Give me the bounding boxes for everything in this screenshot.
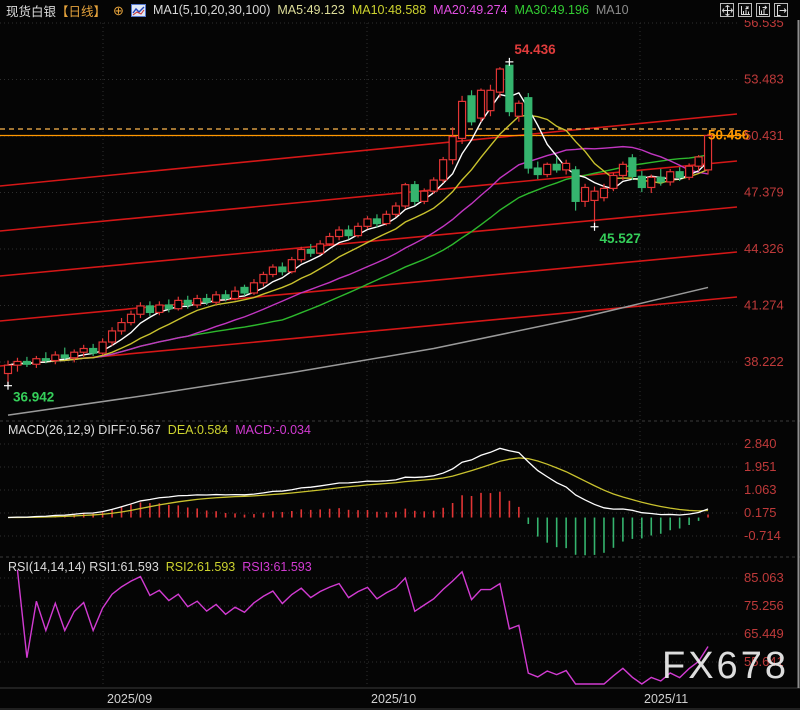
candles-layer (5, 62, 712, 386)
svg-text:1.951: 1.951 (744, 459, 777, 474)
ma-settings-label: MA1(5,10,20,30,100) (153, 3, 270, 17)
svg-text:36.942: 36.942 (13, 390, 54, 405)
macd-histogram (17, 492, 708, 556)
trading-chart-window: 现货白银【日线】 ⊕ MA1(5,10,20,30,100) MA5:49.12… (0, 0, 800, 710)
ma100-label: MA10 (596, 3, 629, 17)
move-icon[interactable] (720, 3, 734, 17)
date-axis-labels: 2025/09 2025/10 2025/11 (107, 692, 688, 706)
svg-text:2025/09: 2025/09 (107, 692, 152, 706)
pane-indicator-up-icon[interactable] (738, 3, 752, 17)
svg-text:50.431: 50.431 (744, 128, 784, 143)
symbol-name: 现货白银 (6, 1, 56, 20)
rsi-panel-title: RSI(14,14,14) RSI1:61.593 RSI2:61.593 RS… (8, 560, 312, 574)
svg-text:-0.714: -0.714 (744, 528, 781, 543)
watermark: FX678 (662, 645, 789, 688)
macd-diff-line (8, 448, 708, 517)
svg-text:45.527: 45.527 (600, 231, 641, 246)
pane-exit-icon[interactable] (774, 3, 788, 17)
svg-text:85.063: 85.063 (744, 570, 784, 585)
svg-text:2.840: 2.840 (744, 436, 777, 451)
rsi-line (17, 570, 708, 684)
svg-text:0.175: 0.175 (744, 505, 777, 520)
macd-axis-labels: 2.840 1.951 1.063 0.175 -0.714 (744, 436, 781, 543)
svg-text:53.483: 53.483 (744, 72, 784, 87)
chart-style-icon[interactable] (131, 4, 146, 17)
macd-params-label: MACD(26,12,9) DIFF:0.567 DEA:0.584 MACD:… (8, 423, 311, 437)
svg-text:41.274: 41.274 (744, 297, 784, 312)
svg-text:75.256: 75.256 (744, 598, 784, 613)
macd-panel-title: MACD(26,12,9) DIFF:0.567 DEA:0.584 MACD:… (8, 423, 311, 437)
svg-text:54.436: 54.436 (514, 42, 556, 57)
ma20-value: MA20:49.274 (433, 3, 507, 17)
ma30-value: MA30:49.196 (515, 3, 589, 17)
svg-text:2025/11: 2025/11 (644, 692, 688, 706)
svg-text:1.063: 1.063 (744, 482, 777, 497)
svg-text:47.379: 47.379 (744, 184, 784, 199)
pane-indicator-right-icon[interactable] (756, 3, 770, 17)
crosshair-toggle-icon[interactable]: ⊕ (113, 4, 124, 17)
svg-text:56.535: 56.535 (744, 20, 784, 30)
ma5-value: MA5:49.123 (277, 3, 344, 17)
svg-text:38.222: 38.222 (744, 354, 784, 369)
rsi-params-label: RSI(14,14,14) RSI1:61.593 RSI2:61.593 RS… (8, 560, 312, 574)
ma10-value: MA10:48.588 (352, 3, 426, 17)
period-label: 【日线】 (56, 1, 106, 20)
chart-header: 现货白银【日线】 ⊕ MA1(5,10,20,30,100) MA5:49.12… (0, 0, 800, 20)
chart-canvas[interactable]: 36.94254.43645.52750.45656.53553.48350.4… (0, 20, 800, 710)
svg-text:44.326: 44.326 (744, 241, 784, 256)
price-gridlines (0, 23, 800, 709)
svg-text:2025/10: 2025/10 (371, 692, 416, 706)
price-axis-labels: 56.535 53.483 50.431 47.379 44.326 41.274 38.2… (744, 20, 784, 369)
chart-toolbar (720, 3, 788, 17)
svg-text:65.449: 65.449 (744, 626, 784, 641)
price-level-lines (0, 129, 745, 136)
